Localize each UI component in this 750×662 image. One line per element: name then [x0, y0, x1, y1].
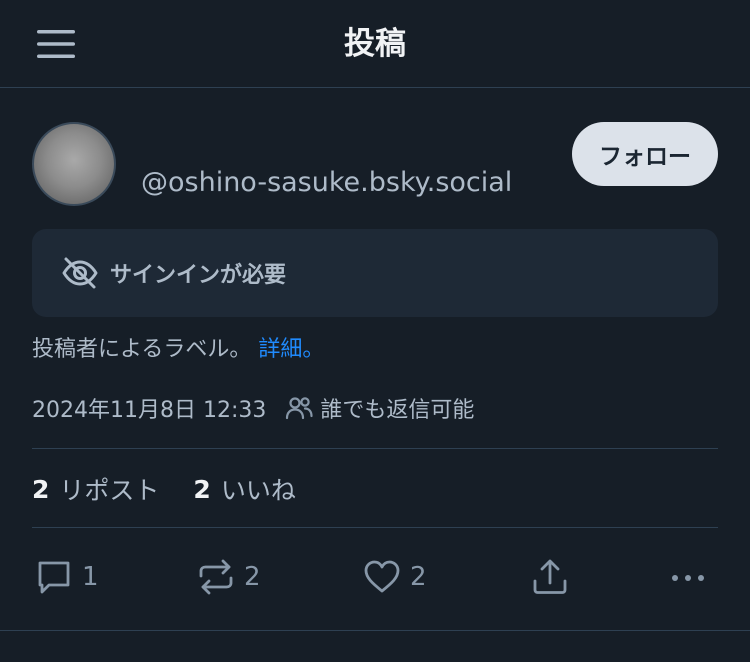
reply-count: 1: [82, 562, 99, 592]
label-note: 投稿者によるラベル。 詳細。: [32, 334, 324, 366]
content-warning-label: サインインが必要: [110, 263, 287, 288]
post-meta: 2024年11月8日 12:33 誰でも返信可能: [32, 391, 474, 425]
heart-icon: [364, 560, 400, 593]
repost-count: 2: [244, 562, 261, 592]
reply-icon: [38, 561, 70, 594]
more-options-button[interactable]: [668, 555, 708, 599]
eye-slash-icon: [60, 253, 100, 293]
content-warning[interactable]: サインインが必要: [32, 229, 718, 317]
avatar[interactable]: [32, 122, 116, 206]
label-note-text: 投稿者によるラベル。: [32, 337, 252, 362]
like-button[interactable]: 2: [362, 555, 427, 599]
share-button[interactable]: [530, 555, 570, 599]
divider: [32, 527, 718, 528]
bottom-divider: [0, 630, 750, 631]
like-count: 2: [410, 562, 427, 592]
page-title: 投稿: [344, 26, 406, 62]
likes-label: いいね: [220, 476, 296, 505]
likes-count: 2: [193, 474, 211, 504]
follow-button[interactable]: フォロー: [572, 122, 718, 186]
post-thread-page: 投稿 @oshino-sasuke.bsky.social フォロー サインイン…: [0, 0, 750, 662]
more-dots-icon: [672, 575, 704, 581]
divider: [32, 448, 718, 449]
label-details-link[interactable]: 詳細。: [258, 337, 324, 362]
header: 投稿: [0, 0, 750, 88]
reposts-label: リポスト: [59, 476, 160, 505]
post-timestamp: 2024年11月8日 12:33: [32, 398, 267, 423]
engagement-stats: 2 リポスト 2 いいね: [32, 470, 296, 508]
people-icon: [284, 393, 314, 423]
author-handle[interactable]: @oshino-sasuke.bsky.social: [141, 165, 512, 201]
repost-button[interactable]: 2: [196, 555, 261, 599]
reposts-stat[interactable]: 2 リポスト: [32, 471, 159, 507]
share-icon: [533, 559, 567, 594]
reply-setting[interactable]: 誰でも返信可能: [320, 392, 474, 424]
reply-button[interactable]: 1: [34, 555, 99, 599]
reposts-count: 2: [32, 474, 50, 504]
likes-stat[interactable]: 2 いいね: [193, 471, 295, 507]
repost-icon: [199, 559, 233, 595]
